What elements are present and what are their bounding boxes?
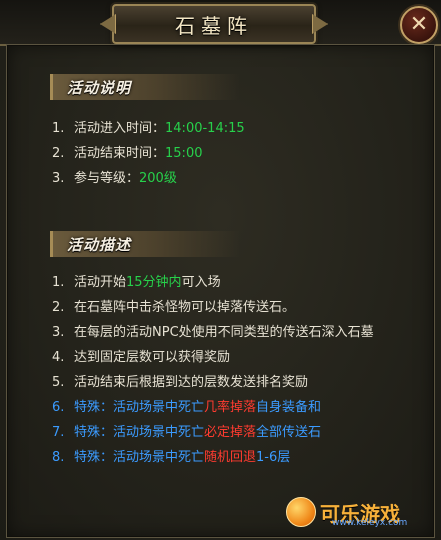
brand-logo-icon <box>286 497 316 527</box>
item-number: 2. <box>52 300 65 315</box>
title-plate: 石墓阵 <box>112 4 316 44</box>
item-number: 2. <box>52 146 65 161</box>
list-item: 2. 活动结束时间：15:00 <box>52 141 245 166</box>
watermark-url: www.keleyx.com <box>332 518 408 528</box>
item-text: 自身装备和 <box>256 400 322 415</box>
section-header-description: 活动描述 <box>50 231 240 257</box>
item-text: 在石墓阵中击杀怪物可以掉落传送石。 <box>74 300 296 315</box>
list-item: 2. 在石墓阵中击杀怪物可以掉落传送石。 <box>52 295 374 320</box>
item-highlight: 15分钟内 <box>126 275 182 290</box>
list-item: 1. 活动开始15分钟内可入场 <box>52 270 374 295</box>
item-number: 5. <box>52 375 65 390</box>
list-item: 5. 活动结束后根据到达的层数发送排名奖励 <box>52 370 374 395</box>
list-item: 3. 参与等级：200级 <box>52 166 245 191</box>
description-list: 1. 活动开始15分钟内可入场 2. 在石墓阵中击杀怪物可以掉落传送石。 3. 在每层… <box>52 270 374 470</box>
item-number: 1. <box>52 121 65 136</box>
close-icon: ✕ <box>409 12 429 37</box>
item-text: 达到固定层数可以获得奖励 <box>74 350 231 365</box>
item-number: 6. <box>52 400 65 415</box>
item-highlight: 随机回退 <box>204 450 257 465</box>
rules-list: 1. 活动进入时间：14:00-14:15 2. 活动结束时间：15:00 3. 参与… <box>52 116 245 191</box>
list-item: 3. 在每层的活动NPC处使用不同类型的传送石深入石墓 <box>52 320 374 345</box>
item-text: 特殊：活动场景中死亡 <box>74 450 205 465</box>
item-text: 可入场 <box>181 275 221 290</box>
event-panel: 石墓阵 ✕ 活动说明 1. 活动进入时间：14:00-14:15 2. 活动结束时间… <box>0 0 441 540</box>
item-text: 1-6层 <box>256 450 291 465</box>
item-text: 在每层的活动NPC处使用不同类型的传送石深入石墓 <box>74 325 374 340</box>
item-number: 4. <box>52 350 65 365</box>
item-text: 特殊：活动场景中死亡 <box>74 425 205 440</box>
close-button[interactable]: ✕ <box>400 6 438 44</box>
list-item: 1. 活动进入时间：14:00-14:15 <box>52 116 245 141</box>
item-value: 15:00 <box>165 146 203 161</box>
window-title: 石墓阵 <box>175 13 253 38</box>
watermark: 可乐游戏 www.keleyx.com <box>286 492 436 532</box>
item-label: 活动进入时间： <box>74 121 166 136</box>
list-item: 8. 特殊：活动场景中死亡随机回退1-6层 <box>52 445 374 470</box>
section-header-rules: 活动说明 <box>50 74 240 100</box>
list-item: 7. 特殊：活动场景中死亡必定掉落全部传送石 <box>52 420 374 445</box>
item-label: 参与等级： <box>74 171 140 186</box>
item-value: 14:00-14:15 <box>165 121 245 136</box>
item-label: 活动结束时间： <box>74 146 166 161</box>
item-number: 7. <box>52 425 65 440</box>
item-number: 8. <box>52 450 65 465</box>
item-text: 活动开始 <box>74 275 127 290</box>
item-number: 3. <box>52 171 65 186</box>
item-value: 200级 <box>139 171 177 186</box>
item-highlight: 必定掉落 <box>204 425 257 440</box>
list-item: 4. 达到固定层数可以获得奖励 <box>52 345 374 370</box>
item-highlight: 几率掉落 <box>204 400 257 415</box>
item-text: 活动结束后根据到达的层数发送排名奖励 <box>74 375 309 390</box>
item-number: 3. <box>52 325 65 340</box>
list-item: 6. 特殊：活动场景中死亡几率掉落自身装备和 <box>52 395 374 420</box>
item-text: 全部传送石 <box>256 425 322 440</box>
section-title: 活动描述 <box>67 235 132 254</box>
item-text: 特殊：活动场景中死亡 <box>74 400 205 415</box>
item-number: 1. <box>52 275 65 290</box>
section-title: 活动说明 <box>67 78 132 97</box>
